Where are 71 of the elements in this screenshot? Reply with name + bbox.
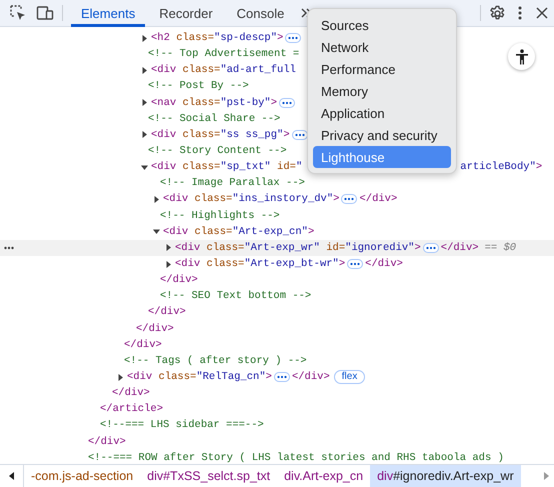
device-toolbar-icon[interactable] [36,5,54,21]
menu-item[interactable]: Sources [313,14,451,36]
html-comment: <!-- Top Advertisement = [148,48,300,60]
settings-icon[interactable] [489,4,506,22]
menu-item[interactable]: Performance [313,58,451,80]
breadcrumb[interactable]: div.Art-exp_cn [277,465,370,487]
caret-right-icon[interactable] [141,131,148,138]
html-tag: <div class="RelTag_cn"> [127,371,272,384]
flex-badge[interactable]: flex [334,370,366,384]
selected-row[interactable]: <div class="Art-exp_wr" id="ignorediv"> </div> == $0 [0,240,554,256]
caret-right-icon[interactable] [141,66,148,74]
closing-tag: </div> [88,436,126,448]
breadcrumb[interactable]: -com.js-ad-section [24,465,140,487]
ellipsis-icon[interactable] [285,33,302,44]
panel-tab[interactable]: Recorder [149,0,223,26]
accessibility-icon [514,48,528,64]
closing-tag: </div> [124,338,162,351]
closing-tag: </div> [359,193,398,206]
ellipsis-icon[interactable] [347,259,364,270]
ellipsis-icon[interactable] [422,242,439,253]
ellipsis-icon[interactable] [279,98,296,108]
caret-right-icon[interactable] [117,374,124,381]
html-tag: <nav class="pst-by"> [151,96,278,109]
closing-tag: </div> [148,306,186,318]
closing-tag: </div> [292,371,330,384]
html-comment: <!-- Image Parallax --> [160,177,305,190]
caret-right-icon[interactable] [153,196,160,203]
panel-tab[interactable]: Console [226,0,294,26]
html-tag: <h2 class="sp-descp"> [151,32,284,44]
closing-tag: </div> [440,242,479,254]
closing-tag: </div> [160,274,198,286]
closing-tag: </article> [100,403,164,416]
html-tag: <div class="ad-art_full [151,64,296,76]
html-comment: <!-- Social Share --> [148,112,280,125]
menu-item[interactable]: Network [313,36,451,58]
html-tag: <div class="Art-exp_wr" id="ignorediv"> [175,242,421,254]
html-comment: <!-- SEO Text bottom --> [160,290,312,302]
close-icon[interactable] [536,7,548,19]
menu-item[interactable]: Application [313,102,451,124]
html-comment: <!--=== LHS sidebar ===--> [100,419,264,432]
closing-tag: </div> [365,258,403,270]
html-comment: <!--=== ROW after Story ( LHS latest stories and RHS taboola ads ) [88,452,504,464]
caret-right-icon[interactable] [165,260,172,268]
console-reference: == $0 [484,242,516,254]
breadcrumb[interactable]: div#TxSS_selct.sp_txt [140,465,278,487]
html-comment: <!-- Highlights --> [160,210,280,222]
html-comment: <!-- Story Content --> [148,145,287,158]
ellipsis-icon[interactable] [341,194,358,204]
html-comment: <!-- Post By --> [148,80,249,92]
more-options-icon[interactable] [518,6,522,20]
closing-tag: </div> [136,322,174,335]
html-comment: <!-- Tags ( after story ) --> [124,354,307,367]
html-tag: <div class="ins_instory_dv"> [163,193,340,206]
caret-down-icon[interactable] [141,164,148,171]
ellipsis-icon[interactable] [4,246,14,250]
ellipsis-icon[interactable] [292,130,308,140]
html-tag: <div class="Art-exp_cn"> [163,226,314,238]
caret-right-icon[interactable] [141,99,148,106]
menu-item[interactable]: Memory [313,80,451,102]
caret-right-icon[interactable] [141,34,148,42]
accessibility-button[interactable] [508,43,535,70]
element-picker-icon[interactable] [9,4,27,22]
caret-down-icon[interactable] [153,228,160,236]
closing-tag: </div> [112,387,150,400]
panel-tab[interactable]: Elements [71,0,146,26]
breadcrumb[interactable]: div#ignorediv.Art-exp_wr [370,465,521,487]
menu-item[interactable]: Privacy and security [313,124,451,146]
caret-right-icon[interactable] [165,244,172,252]
html-tag: <div class="Art-exp_bt-wr"> [175,258,346,270]
html-tag: <div class="ss ss_pg"> [151,128,290,141]
ellipsis-icon[interactable] [274,372,290,382]
